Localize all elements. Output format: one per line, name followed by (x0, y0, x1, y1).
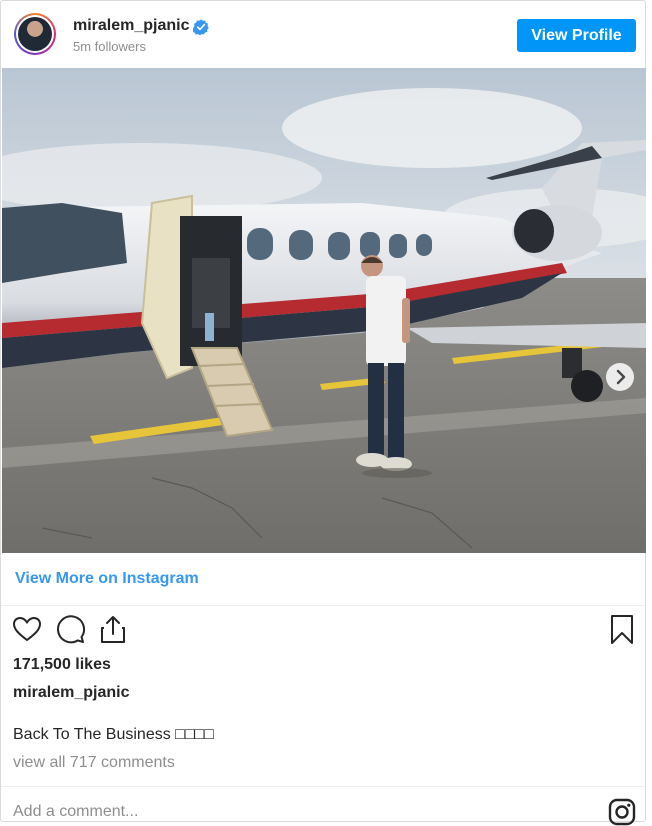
comment-input[interactable] (13, 800, 573, 824)
share-icon[interactable] (97, 613, 129, 645)
header-username[interactable]: miralem_pjanic (73, 17, 190, 35)
divider (1, 605, 645, 606)
post-header: miralem_pjanic 5m followers View Profile (1, 1, 645, 67)
post-caption: Back To The Business □□□□ (13, 726, 214, 743)
photo-illustration (2, 68, 646, 553)
bookmark-icon[interactable] (606, 613, 638, 645)
avatar-image (18, 17, 52, 51)
view-profile-button[interactable]: View Profile (517, 19, 636, 52)
heart-icon[interactable] (11, 613, 43, 645)
carousel-next-button[interactable] (606, 363, 634, 391)
caption-username[interactable]: miralem_pjanic (13, 684, 130, 702)
view-more-link[interactable]: View More on Instagram (15, 570, 199, 588)
chevron-right-icon (616, 369, 626, 385)
verified-badge-icon (193, 19, 209, 35)
like-count[interactable]: 171,500 likes (13, 656, 111, 674)
post-photo[interactable] (2, 68, 646, 553)
avatar[interactable] (14, 13, 56, 55)
view-comments-link[interactable]: view all 717 comments (13, 754, 175, 772)
comment-icon[interactable] (54, 613, 86, 645)
divider (1, 786, 645, 787)
instagram-embed-card: miralem_pjanic 5m followers View Profile (0, 0, 646, 826)
follower-count: 5m followers (73, 39, 146, 54)
avatar-frame (16, 15, 54, 53)
